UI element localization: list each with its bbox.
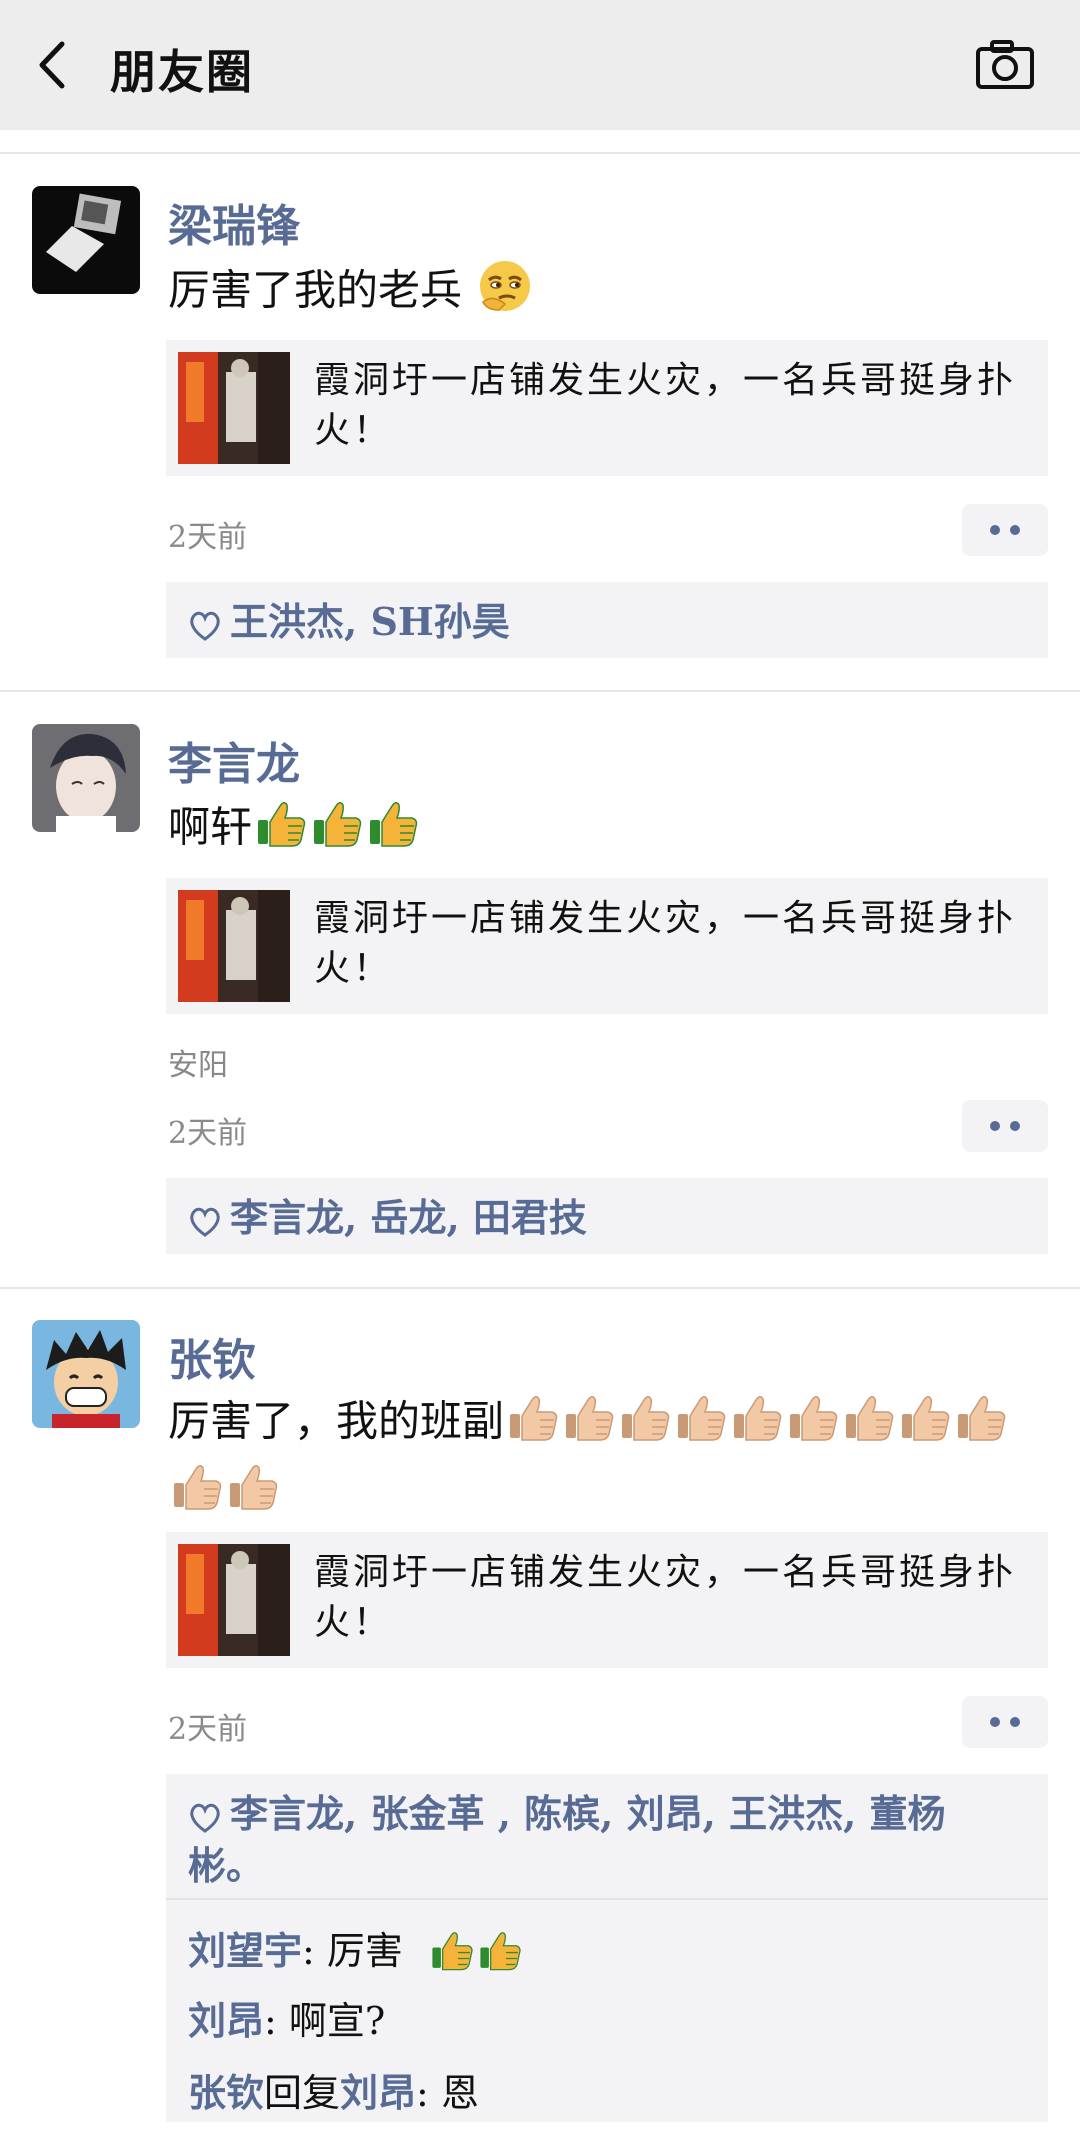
camera-icon[interactable] bbox=[975, 38, 1035, 92]
reply-target[interactable]: 刘昂 bbox=[340, 2070, 416, 2115]
thumbs-up-icon bbox=[429, 1927, 475, 1982]
more-actions-button[interactable] bbox=[962, 1696, 1048, 1748]
post-time: 2天前 bbox=[168, 520, 248, 555]
link-thumbnail bbox=[178, 1544, 290, 1656]
comment-text: 恩 bbox=[440, 2071, 479, 2115]
likes-list: 李言龙, 岳龙, 田君技 bbox=[188, 1192, 1028, 1244]
thumbs-up-icon bbox=[477, 1927, 523, 1982]
post-text-content: 啊轩 bbox=[168, 802, 253, 852]
thinking-smirk-emoji-icon bbox=[477, 258, 533, 329]
avatar[interactable] bbox=[32, 1320, 140, 1428]
page-title: 朋友圈 bbox=[110, 45, 254, 99]
heart-icon bbox=[190, 1803, 220, 1833]
shared-link-card[interactable]: 霞洞圩一店铺发生火灾，一名兵哥挺身扑火！ bbox=[166, 340, 1048, 476]
post-time: 2天前 bbox=[168, 1116, 248, 1151]
thumbs-up-icon bbox=[954, 1390, 1008, 1459]
link-title: 霞洞圩一店铺发生火灾，一名兵哥挺身扑火！ bbox=[314, 360, 1017, 451]
thumbs-up-icon bbox=[730, 1390, 784, 1459]
author-name[interactable]: 张钦 bbox=[168, 1324, 256, 1388]
thumbs-up-icon bbox=[366, 796, 420, 865]
comment-separator: : bbox=[302, 1929, 327, 1973]
comment-item[interactable]: 刘昂: 啊宣? bbox=[188, 1990, 385, 2045]
likes-names[interactable]: 王洪杰, SH孙昊 bbox=[230, 599, 510, 644]
thumbs-up-icon bbox=[842, 1390, 896, 1459]
post-time: 2天前 bbox=[168, 1712, 248, 1747]
shared-link-card[interactable]: 霞洞圩一店铺发生火灾，一名兵哥挺身扑火！ bbox=[166, 1532, 1048, 1668]
comment-text: 啊宣? bbox=[288, 1999, 386, 2043]
thumbs-up-icon bbox=[562, 1390, 616, 1459]
dot-icon bbox=[990, 1717, 1000, 1727]
link-title: 霞洞圩一店铺发生火灾，一名兵哥挺身扑火！ bbox=[314, 1552, 1017, 1643]
likes-panel: 王洪杰, SH孙昊 bbox=[166, 582, 1048, 658]
comment-item[interactable]: 张钦回复刘昂: 恩 bbox=[188, 2062, 479, 2117]
post-divider bbox=[0, 690, 1080, 692]
top-bar: 朋友圈 bbox=[0, 0, 1080, 130]
heart-icon bbox=[190, 611, 220, 641]
post-text: 啊轩 bbox=[168, 796, 420, 865]
reply-word: 回复 bbox=[264, 2071, 341, 2115]
dot-icon bbox=[1010, 1121, 1020, 1131]
likes-panel: 李言龙, 岳龙, 田君技 bbox=[166, 1178, 1048, 1254]
post-divider bbox=[0, 1287, 1080, 1289]
comment-item[interactable]: 刘望宇: 厉害 bbox=[188, 1920, 523, 1982]
more-actions-button[interactable] bbox=[962, 504, 1048, 556]
shared-link-card[interactable]: 霞洞圩一店铺发生火灾，一名兵哥挺身扑火！ bbox=[166, 878, 1048, 1014]
comment-text: 厉害 bbox=[326, 1929, 403, 1973]
top-divider bbox=[0, 152, 1080, 154]
comment-separator: : bbox=[416, 2071, 441, 2115]
post-text: 厉害了，我的班副 bbox=[168, 1390, 1048, 1528]
comment-author[interactable]: 刘昂 bbox=[188, 1998, 264, 2043]
link-title: 霞洞圩一店铺发生火灾，一名兵哥挺身扑火！ bbox=[314, 898, 1017, 989]
thumbs-up-icon bbox=[786, 1390, 840, 1459]
link-thumbnail bbox=[178, 890, 290, 1002]
thumbs-up-icon bbox=[674, 1390, 728, 1459]
avatar[interactable] bbox=[32, 186, 140, 294]
likes-names[interactable]: 李言龙, 岳龙, 田君技 bbox=[230, 1195, 587, 1240]
likes-list: 王洪杰, SH孙昊 bbox=[188, 596, 1028, 648]
dot-icon bbox=[1010, 1717, 1020, 1727]
post-location[interactable]: 安阳 bbox=[168, 1040, 228, 1084]
comment-author[interactable]: 刘望宇 bbox=[188, 1928, 302, 1973]
comments-divider bbox=[166, 1898, 1048, 1900]
post-text: 厉害了我的老兵 bbox=[168, 258, 533, 329]
likes-names[interactable]: 李言龙, 张金革 , 陈槟, 刘昂, 王洪杰, 董杨彬。 bbox=[188, 1791, 946, 1888]
thumbs-up-icon bbox=[226, 1459, 280, 1528]
likes-comments-panel: 李言龙, 张金革 , 陈槟, 刘昂, 王洪杰, 董杨彬。 刘望宇: 厉害 刘昂:… bbox=[166, 1774, 1048, 2122]
thumbs-up-icon bbox=[254, 796, 308, 865]
comment-author[interactable]: 张钦 bbox=[188, 2070, 264, 2115]
dot-icon bbox=[990, 1121, 1000, 1131]
comment-separator: : bbox=[264, 1999, 289, 2043]
more-actions-button[interactable] bbox=[962, 1100, 1048, 1152]
thumbs-up-icon bbox=[618, 1390, 672, 1459]
likes-list: 李言龙, 张金革 , 陈槟, 刘昂, 王洪杰, 董杨彬。 bbox=[188, 1788, 1008, 1892]
thumbs-up-icon bbox=[506, 1390, 560, 1459]
dot-icon bbox=[1010, 525, 1020, 535]
avatar[interactable] bbox=[32, 724, 140, 832]
chevron-left-icon[interactable] bbox=[30, 38, 80, 92]
author-name[interactable]: 李言龙 bbox=[168, 728, 300, 792]
dot-icon bbox=[990, 525, 1000, 535]
author-name[interactable]: 梁瑞锋 bbox=[168, 190, 300, 254]
heart-icon bbox=[190, 1207, 220, 1237]
thumbs-up-icon bbox=[170, 1459, 224, 1528]
post-text-content: 厉害了，我的班副 bbox=[168, 1396, 505, 1446]
link-thumbnail bbox=[178, 352, 290, 464]
post-text-content: 厉害了我的老兵 bbox=[168, 265, 463, 315]
thumbs-up-icon bbox=[310, 796, 364, 865]
thumbs-up-icon bbox=[898, 1390, 952, 1459]
